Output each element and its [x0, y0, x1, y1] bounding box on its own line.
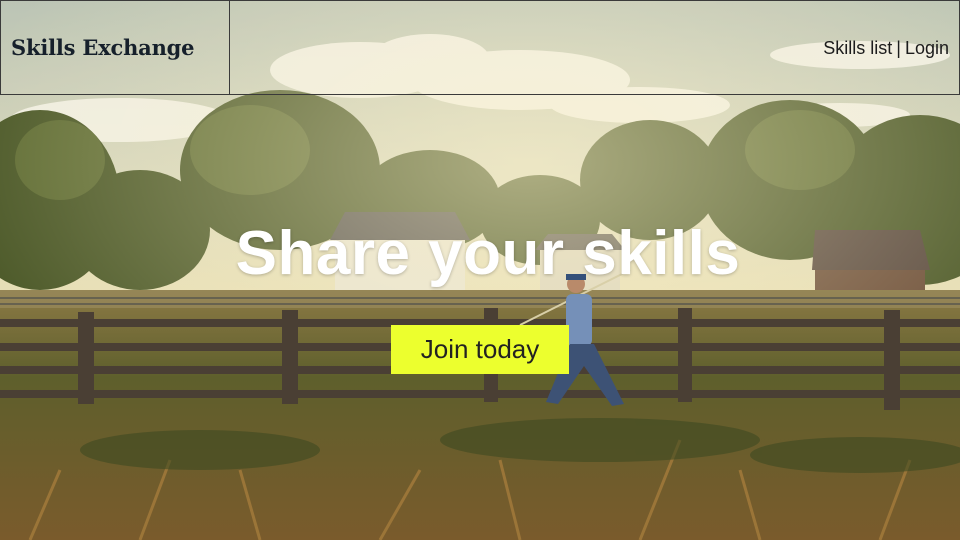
join-today-button[interactable]: Join today: [391, 325, 569, 374]
nav-link-login[interactable]: Login: [905, 38, 949, 58]
site-logo-text[interactable]: Skills Exchange: [11, 35, 194, 60]
nav-link-skills-list[interactable]: Skills list: [823, 38, 892, 58]
site-header: Skills Exchange Skills list | Login: [0, 0, 960, 95]
nav-separator: |: [896, 38, 901, 58]
hero-title: Share your skills: [235, 219, 741, 288]
header-nav: Skills list | Login: [823, 38, 949, 59]
brand-container: Skills Exchange: [1, 1, 230, 95]
